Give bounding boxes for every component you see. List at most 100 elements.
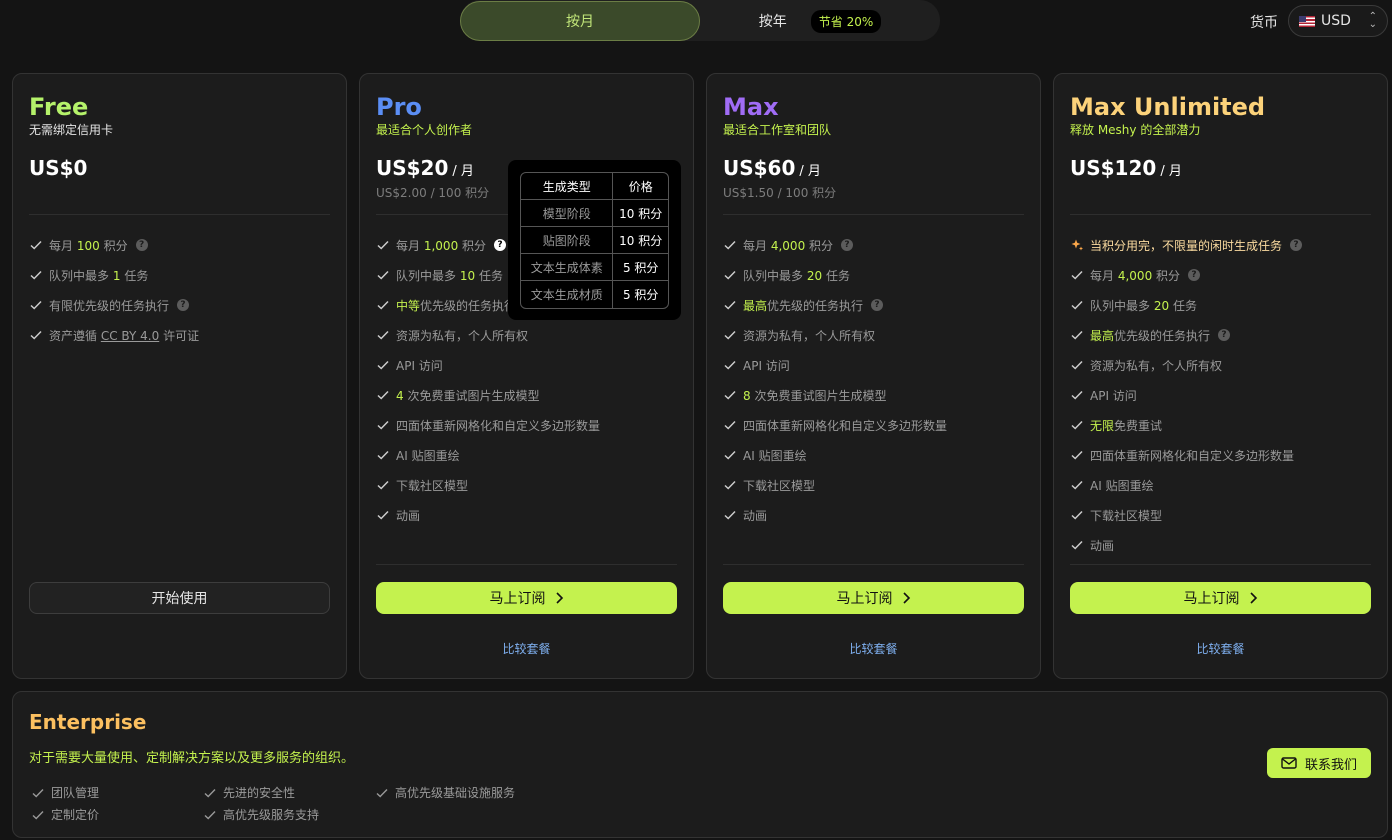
subscribe-button[interactable]: 马上订阅 bbox=[376, 582, 677, 614]
feature-item: 资产遵循 CC BY 4.0 许可证 bbox=[29, 320, 330, 350]
feature-text: AI 贴图重绘 bbox=[743, 448, 807, 463]
feature-text: 中等优先级的任务执行 bbox=[396, 298, 517, 313]
generation-price: 10 积分 bbox=[613, 227, 668, 254]
monthly-tab[interactable]: 按月 bbox=[460, 1, 700, 41]
check-icon bbox=[1071, 390, 1083, 400]
feature-item: 下载社区模型 bbox=[723, 470, 1024, 500]
currency-select[interactable]: USD ⌃ ⌄ bbox=[1288, 5, 1388, 37]
compare-plans-link[interactable]: 比较套餐 bbox=[360, 640, 693, 657]
feature-text: AI 贴图重绘 bbox=[1090, 478, 1154, 493]
feature-text: 无限免费重试 bbox=[1090, 418, 1163, 433]
check-icon bbox=[377, 510, 389, 520]
check-icon bbox=[1071, 330, 1083, 340]
check-icon bbox=[1071, 480, 1083, 490]
feature-list: 当积分用完，不限量的闲时生成任务 ? 每月 4,000 积分 ? 队列中最多 2… bbox=[1070, 230, 1371, 560]
check-icon bbox=[32, 788, 44, 797]
feature-text: 每月 1,000 积分 bbox=[396, 238, 487, 253]
feature-item: API 访问 bbox=[376, 350, 677, 380]
feature-item: 四面体重新网格化和自定义多边形数量 bbox=[723, 410, 1024, 440]
check-icon bbox=[1071, 270, 1083, 280]
check-icon bbox=[724, 390, 736, 400]
check-icon bbox=[204, 788, 216, 797]
plan-name: Free bbox=[29, 93, 89, 121]
plan-price: US$120 bbox=[1070, 156, 1157, 180]
currency-label: 货币 bbox=[1250, 15, 1278, 31]
feature-text: 下载社区模型 bbox=[1090, 508, 1163, 523]
feature-item: 下载社区模型 bbox=[1070, 500, 1371, 530]
feature-text: 有限优先级的任务执行 bbox=[49, 298, 170, 313]
feature-item: API 访问 bbox=[723, 350, 1024, 380]
compare-plans-link[interactable]: 比较套餐 bbox=[707, 640, 1040, 657]
feature-item: 每月 4,000 积分 ? bbox=[723, 230, 1024, 260]
enterprise-feature: 先进的安全性 bbox=[203, 784, 295, 801]
start-button[interactable]: 开始使用 bbox=[29, 582, 330, 614]
help-icon[interactable]: ? bbox=[494, 239, 507, 251]
subscribe-button[interactable]: 马上订阅 bbox=[723, 582, 1024, 614]
check-icon bbox=[30, 270, 42, 280]
subscribe-button[interactable]: 马上订阅 bbox=[1070, 582, 1371, 614]
price-line: US$120 / 月 bbox=[1070, 156, 1371, 180]
check-icon bbox=[724, 270, 736, 280]
generation-type: 文本生成体素 bbox=[521, 254, 614, 281]
plan-card-free: Free 无需绑定信用卡 US$0 每月 100 积分 ? 队列中最多 1 任务… bbox=[12, 73, 347, 679]
check-icon bbox=[1071, 300, 1083, 310]
check-icon bbox=[377, 450, 389, 460]
check-icon bbox=[377, 270, 389, 280]
feature-text: 资产遵循 CC BY 4.0 许可证 bbox=[49, 328, 200, 343]
enterprise-feature: 高优先级基础设施服务 bbox=[375, 784, 515, 801]
feature-text: 四面体重新网格化和自定义多边形数量 bbox=[743, 418, 948, 433]
check-icon bbox=[724, 360, 736, 370]
feature-text: 4 次免费重试图片生成模型 bbox=[396, 388, 540, 403]
generation-price: 10 积分 bbox=[613, 200, 668, 227]
help-icon[interactable]: ? bbox=[1188, 269, 1201, 281]
check-icon bbox=[377, 240, 389, 250]
feature-item: 当积分用完，不限量的闲时生成任务 ? bbox=[1070, 230, 1371, 260]
plan-name: Max Unlimited bbox=[1070, 93, 1266, 121]
feature-text: 队列中最多 20 任务 bbox=[743, 268, 850, 283]
help-icon[interactable]: ? bbox=[841, 239, 854, 251]
help-icon[interactable]: ? bbox=[177, 299, 190, 311]
credit-cost-tooltip: 生成类型 价格 模型阶段 10 积分 贴图阶段 10 积分 文本生成体素 5 积… bbox=[508, 160, 681, 320]
column-header: 生成类型 bbox=[521, 173, 614, 200]
table-row: 文本生成材质 5 积分 bbox=[521, 281, 668, 308]
feature-text: API 访问 bbox=[396, 358, 443, 373]
feature-text: 8 次免费重试图片生成模型 bbox=[743, 388, 887, 403]
column-header: 价格 bbox=[613, 173, 668, 200]
feature-text: API 访问 bbox=[1090, 388, 1137, 403]
feature-text: 队列中最多 1 任务 bbox=[49, 268, 149, 283]
help-icon[interactable]: ? bbox=[1218, 329, 1231, 341]
feature-text: 每月 4,000 积分 bbox=[743, 238, 834, 253]
plan-tagline: 无需绑定信用卡 bbox=[29, 123, 114, 137]
plan-name: Max bbox=[723, 93, 779, 121]
generation-type: 贴图阶段 bbox=[521, 227, 614, 254]
check-icon bbox=[1071, 540, 1083, 550]
divider bbox=[723, 564, 1024, 565]
billing-toggle: 按月 按年 节省 20% bbox=[460, 0, 940, 41]
yearly-label: 按年 bbox=[758, 14, 787, 30]
help-icon[interactable]: ? bbox=[1290, 239, 1303, 251]
yearly-tab[interactable]: 按年 节省 20% bbox=[700, 1, 940, 41]
check-icon bbox=[376, 788, 388, 797]
license-link[interactable]: CC BY 4.0 bbox=[101, 329, 159, 343]
enterprise-description: 对于需要大量使用、定制解决方案以及更多服务的组织。 bbox=[29, 751, 355, 766]
check-icon bbox=[377, 480, 389, 490]
feature-item: 队列中最多 20 任务 bbox=[1070, 290, 1371, 320]
contact-us-button[interactable]: 联系我们 bbox=[1267, 748, 1371, 778]
feature-text: 队列中最多 20 任务 bbox=[1090, 298, 1197, 313]
help-icon[interactable]: ? bbox=[871, 299, 884, 311]
divider bbox=[1070, 214, 1371, 215]
check-icon bbox=[32, 810, 44, 819]
feature-item: 下载社区模型 bbox=[376, 470, 677, 500]
feature-text: 最高优先级的任务执行 bbox=[1090, 328, 1211, 343]
feature-item: 最高优先级的任务执行 ? bbox=[723, 290, 1024, 320]
table-header-row: 生成类型 价格 bbox=[521, 173, 668, 200]
help-icon[interactable]: ? bbox=[135, 239, 148, 251]
feature-item: 队列中最多 1 任务 bbox=[29, 260, 330, 290]
feature-text: 动画 bbox=[743, 508, 768, 523]
plan-card-max-unlimited: Max Unlimited 释放 Meshy 的全部潜力 US$120 / 月 … bbox=[1053, 73, 1388, 679]
compare-plans-link[interactable]: 比较套餐 bbox=[1054, 640, 1387, 657]
feature-item: 每月 100 积分 ? bbox=[29, 230, 330, 260]
generation-price: 5 积分 bbox=[613, 254, 668, 281]
generation-price: 5 积分 bbox=[622, 288, 659, 302]
check-icon bbox=[1071, 450, 1083, 460]
